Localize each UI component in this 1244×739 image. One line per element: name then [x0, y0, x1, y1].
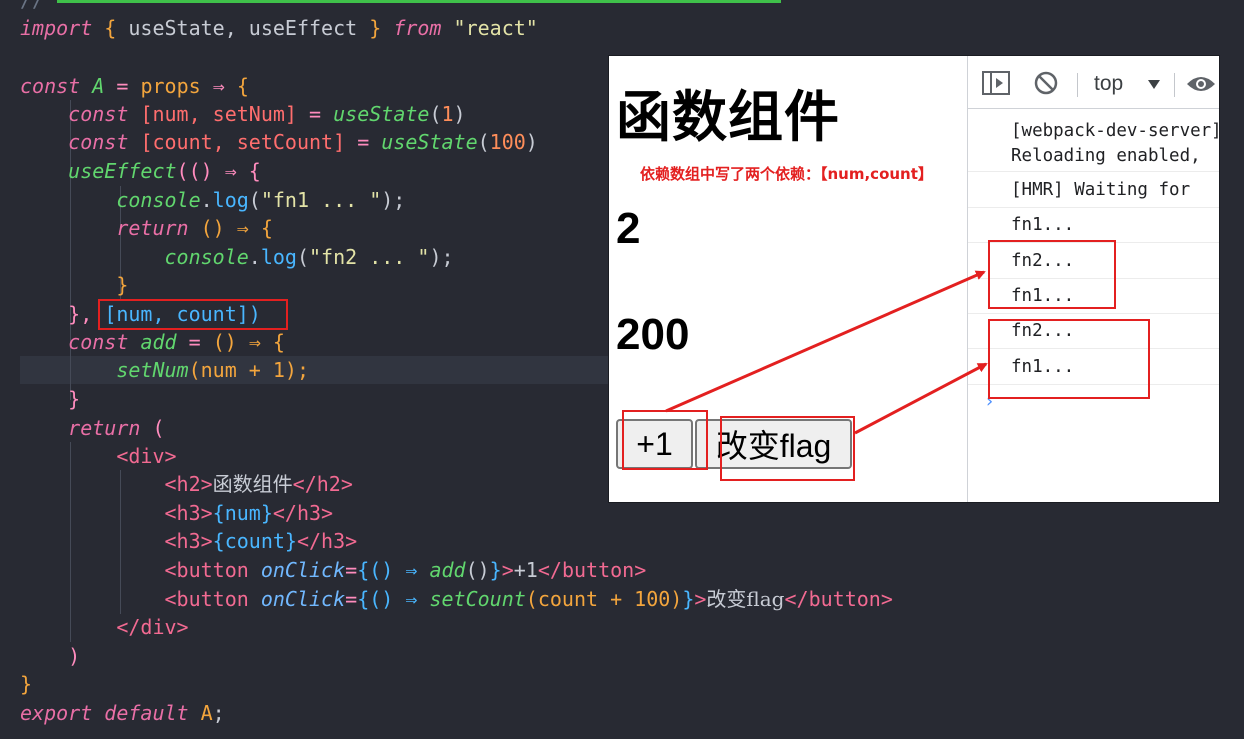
code-line-log-fn1: console.log("fn1 ... "); — [116, 188, 406, 212]
code-line-use-effect: useEffect(() ⇒ { — [68, 159, 261, 183]
devtools-console: top [webpack-dev-server] Reloading enabl… — [968, 56, 1219, 502]
chevron-down-icon — [1148, 80, 1160, 89]
code-line-jsx-button-flag: <button onClick={() ⇒ setCount(count + 1… — [164, 587, 893, 611]
log-webpack-dev-server: [webpack-dev-server] Reloading enabled, — [968, 119, 1219, 172]
code-line-jsx-h3-count: <h3>{count}</h3> — [164, 529, 358, 553]
flag-button-highlight-box — [720, 416, 855, 481]
code-line-return-cleanup: return () ⇒ { — [116, 216, 273, 240]
log-group-highlight-box — [988, 319, 1150, 399]
code-line-state-count: const [count, setCount] = useState(100) — [68, 130, 538, 154]
code-line-add-close: } — [68, 387, 81, 411]
toolbar-separator — [1174, 73, 1175, 97]
log-fn1: fn1... — [968, 213, 1219, 243]
code-line-log-fn2: console.log("fn2 ... "); — [164, 245, 454, 269]
code-line-export: export default A; — [20, 701, 225, 725]
code-line-jsx-button-add: <button onClick={() ⇒ add()}>+1</button> — [164, 558, 647, 582]
count-value: 200 — [616, 310, 690, 359]
context-selector[interactable]: top — [1094, 72, 1123, 96]
eye-icon[interactable] — [1186, 74, 1216, 98]
code-line-add-body: setNum(num + 1); — [116, 358, 309, 382]
add-button-highlight-box — [622, 410, 708, 470]
code-line-return-close: ) — [68, 644, 81, 668]
page-title: 函数组件 — [616, 85, 841, 149]
sidebar-toggle-icon[interactable] — [982, 71, 1010, 99]
code-line-jsx-div-close: </div> — [116, 615, 189, 639]
code-line-import: import { useState, useEffect } from "rea… — [20, 16, 538, 40]
log-hmr-waiting: [HMR] Waiting for — [968, 178, 1219, 208]
code-line-add-decl: const add = () ⇒ { — [68, 330, 285, 354]
num-value: 2 — [616, 204, 641, 253]
comment-fragment: // — [20, 0, 45, 12]
code-line-state-num: const [num, setNum] = useState(1) — [68, 102, 466, 126]
code-line-jsx-h2: <h2>函数组件</h2> — [164, 472, 353, 496]
selection-highlight-bar — [57, 0, 781, 3]
deps-highlight-box — [98, 299, 288, 330]
browser-preview-window: 函数组件 依赖数组中写了两个依赖：【num,count】 2 200 +1 改变… — [609, 56, 1219, 502]
log-group-highlight-box — [988, 240, 1116, 309]
code-line-inner-close: } — [116, 273, 129, 297]
code-line-return: return ( — [68, 416, 165, 440]
clear-console-icon[interactable] — [1034, 71, 1058, 99]
toolbar-separator — [1077, 73, 1078, 97]
console-toolbar: top — [968, 56, 1219, 109]
code-line-component-close: } — [20, 672, 33, 696]
code-line-component-decl: const A = props ⇒ { — [20, 74, 249, 98]
annotation-text: 依赖数组中写了两个依赖：【num,count】 — [640, 165, 933, 183]
rendered-page: 函数组件 依赖数组中写了两个依赖：【num,count】 2 200 +1 改变… — [609, 56, 967, 502]
code-line-jsx-div-open: <div> — [116, 444, 177, 468]
code-line-jsx-h3-num: <h3>{num}</h3> — [164, 501, 334, 525]
